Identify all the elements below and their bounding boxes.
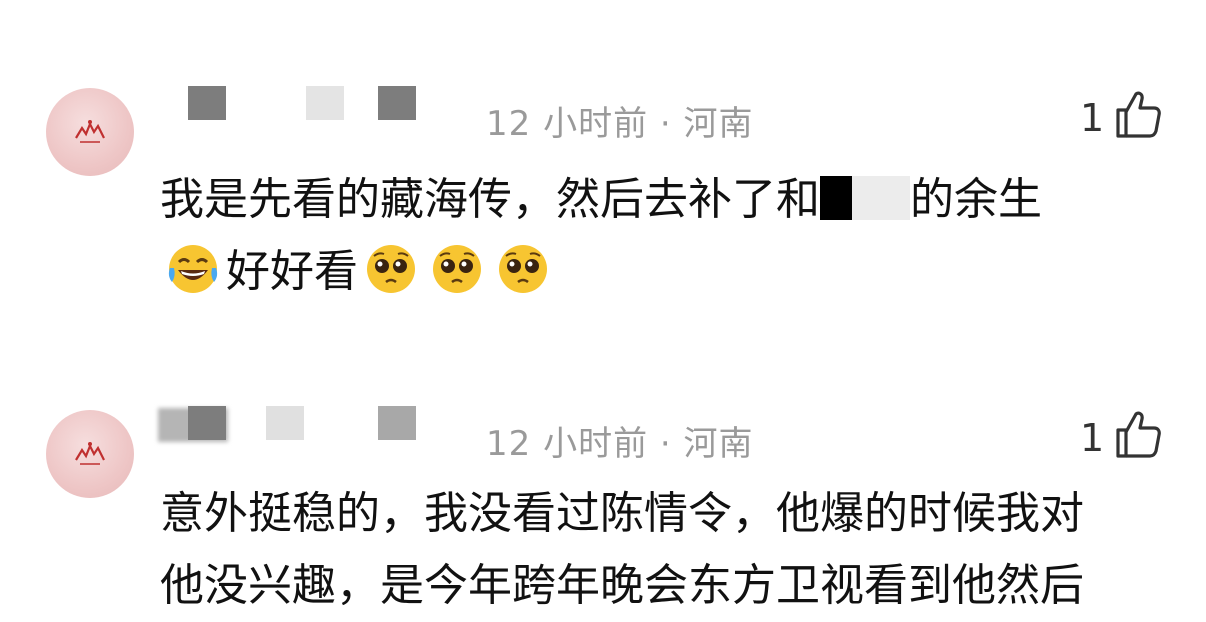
avatar-logo-icon (75, 442, 105, 465)
username-redacted[interactable] (158, 402, 428, 448)
avatar[interactable] (46, 410, 134, 498)
comment-text: 意外挺稳的，我没看过陈情令，他爆的时候我对 他没兴趣，是今年跨年晚会东方卫视看到… (160, 478, 1160, 622)
like-count: 1 (1080, 416, 1105, 460)
redaction-block (852, 176, 910, 220)
like-button[interactable]: 1 (1080, 88, 1170, 144)
comment-time-location: 12 小时前 · 河南 (486, 424, 754, 464)
pleading-face-emoji (499, 245, 547, 293)
comment-line: 我是先看的藏海传，然后去补了和 的余生 (160, 174, 1042, 225)
comment-line: 他没兴趣，是今年跨年晚会东方卫视看到他然后 (160, 560, 1084, 611)
thumbs-up-icon (1116, 91, 1161, 138)
face-with-tears-of-joy-emoji (168, 245, 218, 293)
thumbs-up-icon (1116, 411, 1161, 458)
comment-line: 好好看 (160, 236, 1160, 308)
pleading-face-emoji (367, 245, 415, 293)
avatar[interactable] (46, 88, 134, 176)
pleading-face-emoji (433, 245, 481, 293)
avatar-logo-icon (75, 120, 105, 143)
comment-time-location: 12 小时前 · 河南 (486, 104, 754, 144)
comment-item: 12 小时前 · 河南 1 意外挺稳的，我没看过陈情令，他爆的时候我对 他没兴趣… (0, 360, 1206, 616)
comment-line: 意外挺稳的，我没看过陈情令，他爆的时候我对 (160, 488, 1084, 539)
like-button[interactable]: 1 (1080, 408, 1170, 464)
username-redacted[interactable] (158, 82, 428, 128)
like-count: 1 (1080, 96, 1105, 140)
redaction-block (820, 176, 852, 220)
comment-text: 我是先看的藏海传，然后去补了和 的余生 好好看 (160, 164, 1160, 308)
comment-item: 12 小时前 · 河南 1 我是先看的藏海传，然后去补了和 的余生 好好看 (0, 0, 1206, 360)
